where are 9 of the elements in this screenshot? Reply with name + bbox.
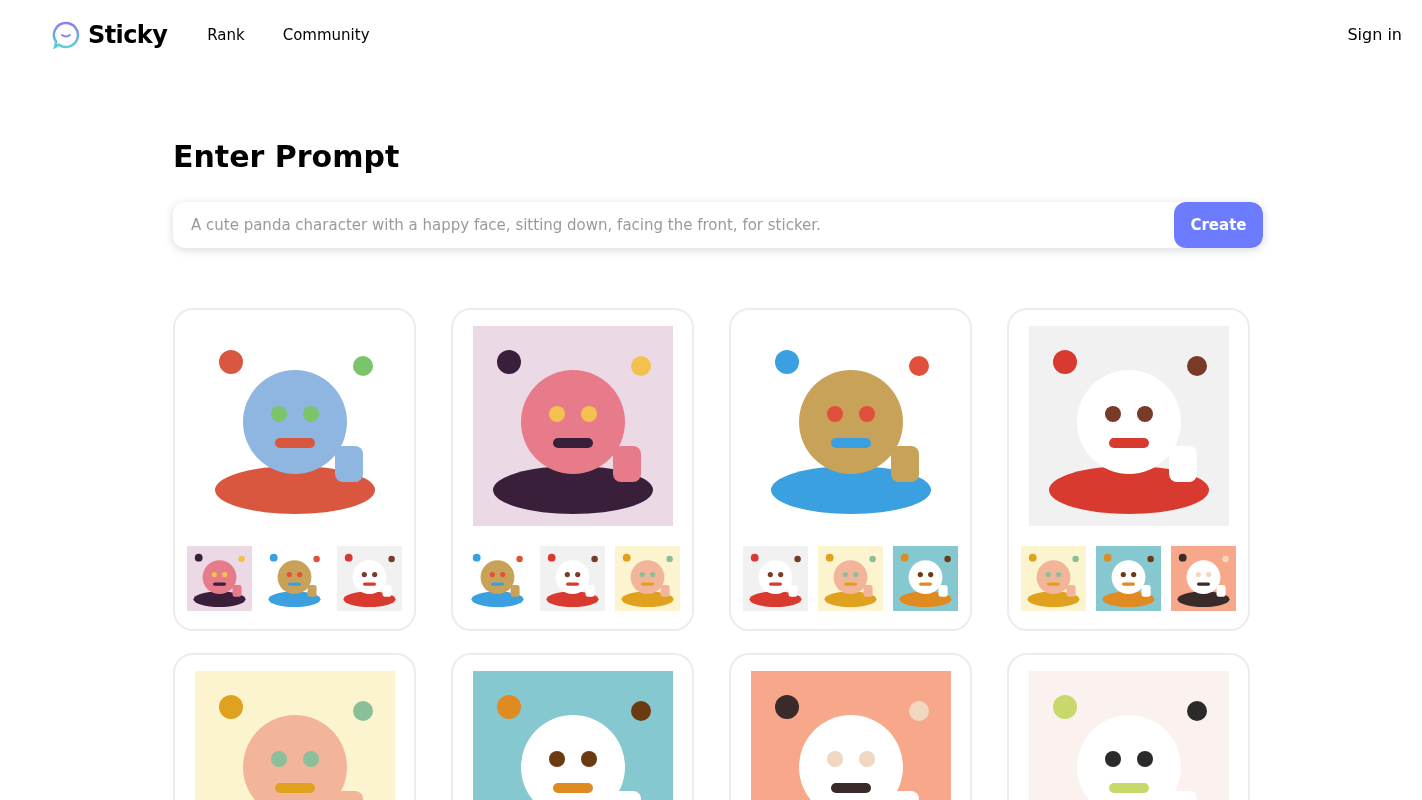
prompt-field[interactable]: A cute panda character with a happy face, sitting down, facing the front, for sticker. Create (173, 202, 1263, 248)
sticker-card[interactable] (451, 308, 694, 631)
page-title: Enter Prompt (173, 142, 401, 172)
nav-link[interactable]: Rank (207, 23, 245, 47)
sign-in-link[interactable]: Sign in (1347, 23, 1402, 47)
brand-name[interactable]: Sticky (88, 17, 168, 53)
create-button[interactable]: Create (1174, 202, 1263, 248)
logo-icon (52, 21, 80, 49)
nav-link[interactable]: Community (282, 23, 370, 47)
